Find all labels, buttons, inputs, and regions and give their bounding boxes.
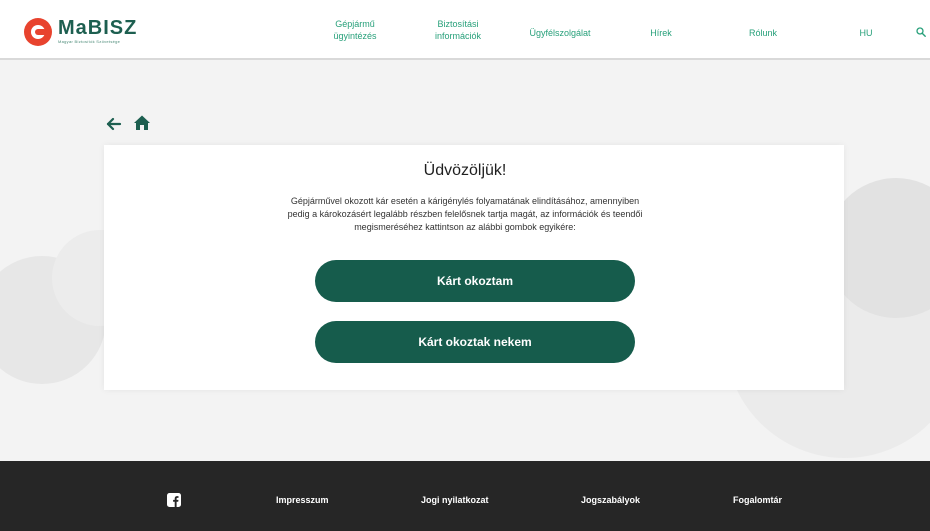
nav-item-hirek[interactable]: Hírek: [646, 27, 676, 39]
welcome-description: Gépjárművel okozott kár esetén a kárigén…: [287, 196, 643, 232]
facebook-icon[interactable]: [167, 493, 181, 507]
arrow-left-icon[interactable]: [106, 116, 122, 132]
footer-link-impresszum[interactable]: Impresszum: [276, 495, 329, 505]
search-icon[interactable]: [916, 27, 926, 37]
damage-caused-to-me-button[interactable]: Kárt okoztak nekem: [315, 321, 635, 363]
nav-item-gepjarmu-ugyintezes[interactable]: Gépjármű ügyintézés: [326, 18, 384, 42]
nav-item-ugyfelszolgalat[interactable]: Ügyfélszolgálat: [524, 27, 596, 39]
site-header: MaBISZ Magyar Biztosítók Szövetsége Gépj…: [0, 0, 930, 60]
logo-tagline: Magyar Biztosítók Szövetsége: [58, 39, 121, 44]
logo-text: MaBISZ: [58, 17, 138, 39]
footer-link-jogi-nyilatkozat[interactable]: Jogi nyilatkozat: [421, 495, 489, 505]
logo-mark-icon: [24, 18, 52, 46]
i-caused-damage-button[interactable]: Kárt okoztam: [315, 260, 635, 302]
nav-item-rolunk[interactable]: Rólunk: [745, 27, 781, 39]
page-title: Üdvözöljük!: [423, 162, 507, 179]
logo-text-wrap: MaBISZ Magyar Biztosítók Szövetsége: [58, 18, 137, 44]
footer-link-fogalomtar[interactable]: Fogalomtár: [733, 495, 782, 505]
mabisz-logo[interactable]: MaBISZ Magyar Biztosítók Szövetsége: [24, 18, 137, 48]
home-icon[interactable]: [133, 114, 151, 132]
footer-link-jogszabalyok[interactable]: Jogszabályok: [581, 495, 640, 505]
nav-item-biztositasi-informaciok[interactable]: Biztosítási információk: [428, 18, 488, 42]
language-selector[interactable]: HU: [856, 27, 876, 39]
